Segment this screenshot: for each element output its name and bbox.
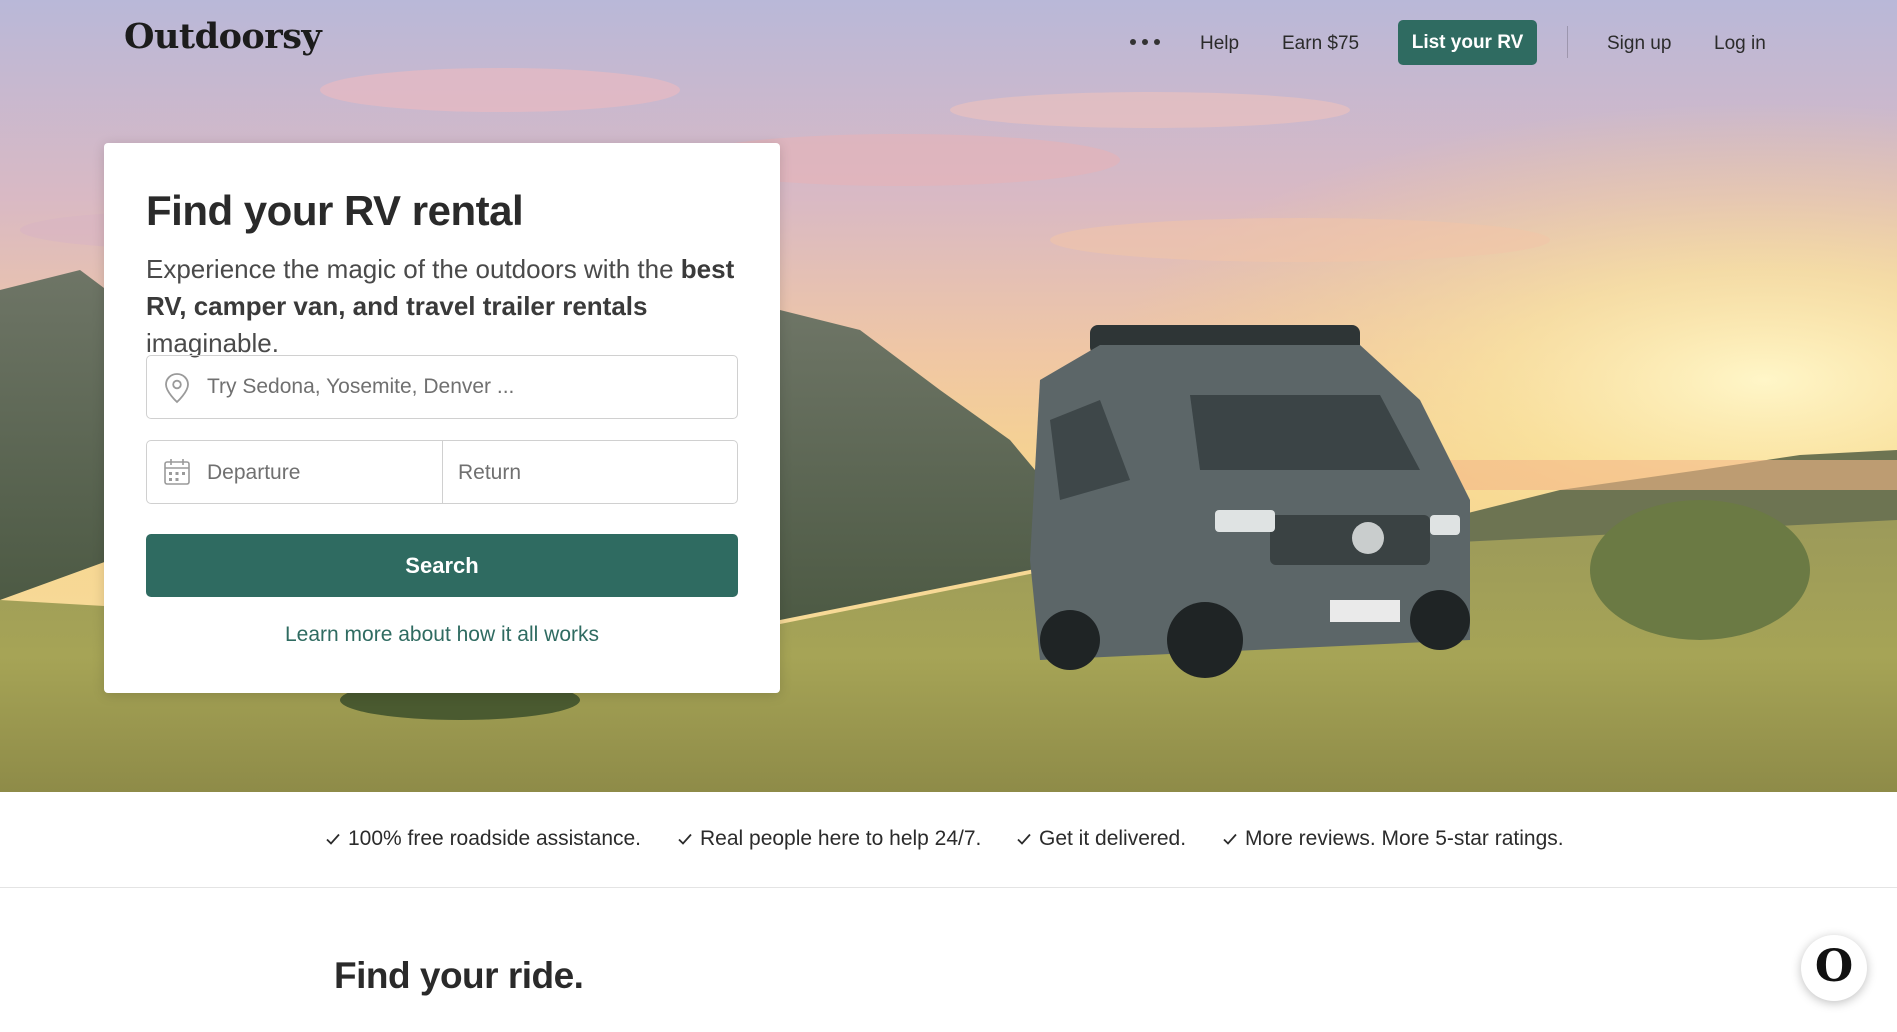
earn-link[interactable]: Earn $75 [1282, 33, 1359, 55]
find-your-ride-heading: Find your ride. [334, 955, 584, 996]
search-card-title: Find your RV rental [146, 187, 524, 234]
subtitle-text-1: Experience the magic of the outdoors wit… [146, 254, 681, 284]
help-link[interactable]: Help [1200, 33, 1239, 55]
search-card-subtitle: Experience the magic of the outdoors wit… [146, 251, 756, 362]
subtitle-text-2: imaginable. [146, 328, 279, 358]
benefit-item: Real people here to help 24/7. [676, 827, 981, 851]
search-card: Find your RV rental Experience the magic… [104, 143, 780, 693]
location-input[interactable] [207, 356, 727, 418]
location-field[interactable] [146, 355, 738, 419]
date-range-field: Departure Return [146, 440, 738, 504]
benefit-item: Get it delivered. [1015, 827, 1186, 851]
departure-field[interactable]: Departure [147, 441, 443, 503]
learn-more-link[interactable]: Learn more about how it all works [146, 623, 738, 647]
benefit-text: Real people here to help 24/7. [700, 827, 982, 850]
check-icon [326, 833, 340, 845]
benefit-text: More reviews. More 5-star ratings. [1245, 827, 1564, 850]
sign-up-link[interactable]: Sign up [1607, 33, 1671, 55]
search-button[interactable]: Search [146, 534, 738, 597]
outdoorsy-logo[interactable]: Outdoorsy [124, 16, 322, 57]
outdoorsy-logo-icon[interactable]: O [1801, 935, 1867, 1001]
check-icon [678, 833, 692, 845]
return-field[interactable]: Return [444, 441, 738, 503]
log-in-link[interactable]: Log in [1714, 33, 1766, 55]
top-navigation: Outdoorsy Help Earn $75 List your RV Sig… [0, 0, 1897, 90]
float-button-glyph: O [1814, 941, 1854, 992]
hero-section: Outdoorsy Help Earn $75 List your RV Sig… [0, 0, 1897, 792]
map-pin-icon [165, 373, 189, 404]
return-label: Return [458, 461, 522, 484]
benefit-text: 100% free roadside assistance. [348, 827, 642, 850]
benefit-item: More reviews. More 5-star ratings. [1221, 827, 1564, 851]
list-your-rv-button[interactable]: List your RV [1398, 20, 1537, 65]
calendar-icon [164, 459, 190, 485]
ellipsis-icon[interactable] [1130, 30, 1160, 54]
nav-divider [1567, 26, 1568, 58]
departure-label: Departure [207, 461, 301, 484]
benefit-text: Get it delivered. [1039, 827, 1187, 850]
check-icon [1017, 833, 1031, 845]
benefits-strip: 100% free roadside assistance. Real peop… [0, 792, 1897, 888]
check-icon [1223, 833, 1237, 845]
benefit-item: 100% free roadside assistance. [324, 827, 641, 851]
